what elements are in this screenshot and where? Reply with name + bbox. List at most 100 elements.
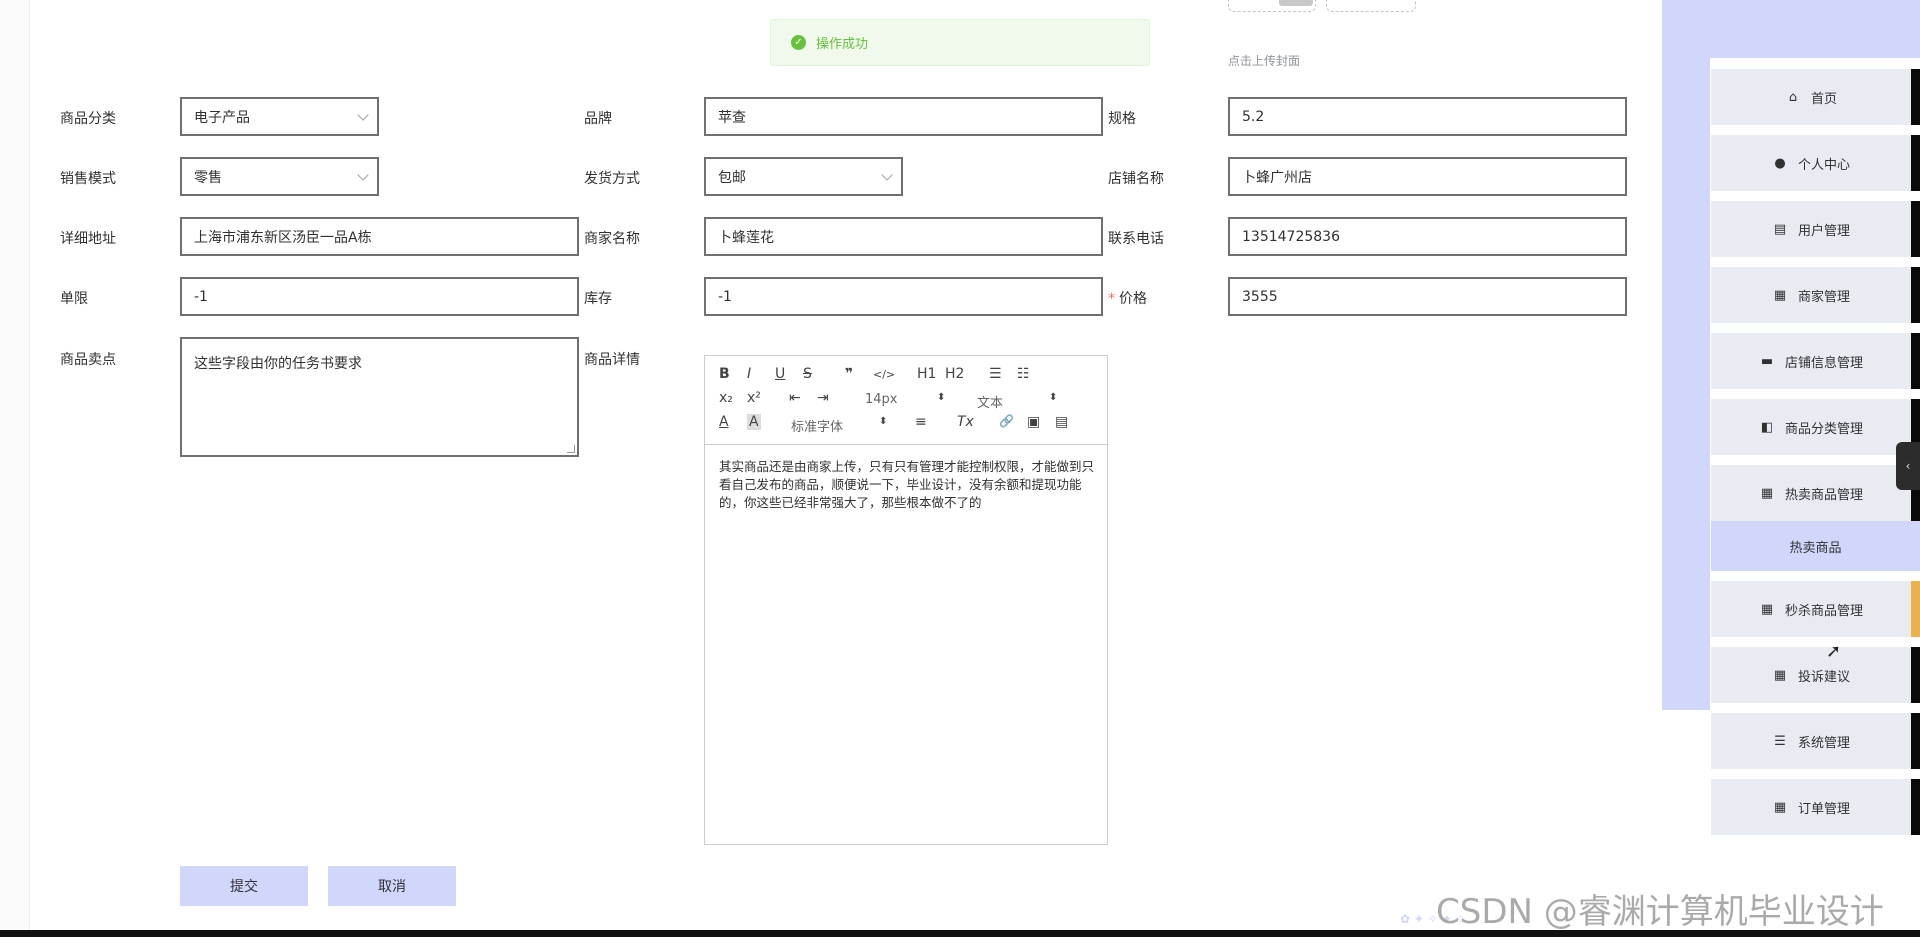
sidebar-item-marker — [1911, 779, 1920, 835]
header2-button[interactable]: H2 — [945, 366, 964, 382]
merchant-name-value: 卜蜂莲花 — [718, 229, 774, 246]
sidebar-item-label: 个人中心 — [1797, 157, 1850, 173]
sidebar-item-label: 店铺信息管理 — [1784, 355, 1863, 371]
superscript-button[interactable]: x² — [747, 390, 761, 406]
spec-input[interactable]: 5.2 — [1228, 97, 1627, 136]
selling-point-textarea[interactable]: 这些字段由你的任务书要求 — [180, 337, 579, 457]
chevron-down-icon — [357, 109, 369, 121]
sidebar-item-categories[interactable]: ◧ 商品分类管理 — [1711, 399, 1920, 455]
strike-button[interactable]: S — [803, 366, 812, 382]
sidebar-item-system[interactable]: ☰ 系统管理 — [1711, 713, 1920, 769]
sidebar-item-label: 订单管理 — [1797, 801, 1850, 817]
ordered-list-button[interactable]: ☰ — [989, 366, 1002, 382]
background-color-button[interactable]: A — [747, 414, 761, 430]
home-icon: ⌂ — [1788, 89, 1798, 105]
sidebar-item-flash-sale[interactable]: ▦ 秒杀商品管理 — [1711, 581, 1920, 637]
thumbnail-image — [1279, 0, 1313, 6]
phone-input[interactable]: 13514725836 — [1228, 217, 1627, 256]
chevron-left-icon: ‹ — [1905, 459, 1911, 473]
left-gutter — [0, 0, 30, 930]
price-input[interactable]: 3555 — [1228, 277, 1627, 316]
clipboard-icon: ▤ — [1773, 221, 1787, 237]
chevron-updown-icon: ⬍ — [937, 392, 946, 403]
shop-name-input[interactable]: 卜蜂广州店 — [1228, 157, 1627, 196]
grid-icon: ▦ — [1760, 601, 1774, 617]
indent-button[interactable]: ⇥ — [817, 390, 829, 406]
brand-input[interactable]: 苹查 — [704, 97, 1103, 136]
sidebar-item-hot-products[interactable]: ▦ 热卖商品管理 — [1711, 465, 1920, 521]
stock-label: 库存 — [584, 291, 612, 307]
limit-input[interactable]: -1 — [180, 277, 579, 316]
price-label-text: 价格 — [1119, 291, 1147, 307]
italic-button[interactable]: I — [747, 366, 751, 382]
grid-icon: ▦ — [1760, 485, 1774, 501]
briefcase-icon: ▬ — [1760, 353, 1774, 369]
sidebar-item-orders[interactable]: ▦ 订单管理 — [1711, 779, 1920, 835]
sidebar-item-shop-info[interactable]: ▬ 店铺信息管理 — [1711, 333, 1920, 389]
bold-button[interactable]: B — [719, 366, 730, 382]
sidebar-item-users[interactable]: ▤ 用户管理 — [1711, 201, 1920, 257]
address-label: 详细地址 — [60, 231, 116, 247]
sidebar-item-label: 投诉建议 — [1797, 669, 1850, 685]
grid-icon: ▦ — [1773, 287, 1787, 303]
code-block-button[interactable]: </> — [873, 368, 895, 381]
underline-button[interactable]: U — [775, 366, 785, 382]
subscript-button[interactable]: x₂ — [719, 390, 733, 406]
sidebar-item-active-marker — [1911, 581, 1920, 637]
shipping-select[interactable]: 包邮 — [704, 157, 903, 196]
success-toast: ✓ 操作成功 — [770, 19, 1150, 66]
sidebar-item-home[interactable]: ⌂ 首页 — [1711, 69, 1920, 125]
sidebar-item-marker — [1911, 201, 1920, 257]
selling-point-value: 这些字段由你的任务书要求 — [194, 356, 362, 372]
address-input[interactable]: 上海市浦东新区汤臣一品A栋 — [180, 217, 579, 256]
outdent-button[interactable]: ⇤ — [789, 390, 801, 406]
sidebar-item-label: 系统管理 — [1797, 735, 1850, 751]
category-label: 商品分类 — [60, 111, 116, 127]
sidebar-item-label: 秒杀商品管理 — [1784, 603, 1863, 619]
sale-mode-label: 销售模式 — [60, 171, 116, 187]
cover-thumbnail[interactable] — [1228, 0, 1316, 12]
bullet-list-button[interactable]: ☷ — [1017, 366, 1030, 382]
resize-handle-icon[interactable] — [567, 445, 575, 453]
chevron-down-icon — [881, 169, 893, 181]
grid-icon: ▦ — [1773, 667, 1787, 683]
cancel-button[interactable]: 取消 — [328, 866, 456, 906]
rich-text-editor[interactable]: B I U S ❞ </> H1 H2 ☰ ☷ x₂ x² ⇤ ⇥ 14px ⬍… — [704, 355, 1108, 845]
editor-toolbar: B I U S ❞ </> H1 H2 ☰ ☷ x₂ x² ⇤ ⇥ 14px ⬍… — [705, 356, 1107, 445]
category-value: 电子产品 — [194, 109, 250, 126]
spec-value: 5.2 — [1242, 108, 1265, 125]
phone-value: 13514725836 — [1242, 228, 1340, 245]
clean-format-button[interactable]: Tx — [957, 414, 974, 430]
font-picker[interactable]: 标准字体 — [791, 416, 843, 435]
sidebar-item-marker — [1911, 647, 1920, 703]
sidebar-item-marker — [1911, 69, 1920, 125]
sidebar-item-label: 热卖商品管理 — [1784, 487, 1863, 503]
size-picker[interactable]: 14px — [865, 392, 898, 407]
watermark: CSDN @睿渊计算机毕业设计 — [1436, 892, 1884, 932]
price-value: 3555 — [1242, 288, 1278, 305]
sidebar-item-merchants[interactable]: ▦ 商家管理 — [1711, 267, 1920, 323]
video-button[interactable]: ▤ — [1055, 414, 1068, 430]
chevron-updown-icon: ⬍ — [1049, 392, 1058, 403]
image-button[interactable]: ▣ — [1027, 414, 1040, 430]
font-color-button[interactable]: A — [719, 414, 729, 430]
editor-content[interactable]: 其实商品还是由商家上传，只有只有管理才能控制权限，才能做到只看自己发布的商品，顺… — [719, 458, 1099, 512]
category-select[interactable]: 电子产品 — [180, 97, 379, 136]
align-button[interactable]: ≡ — [915, 414, 927, 430]
brand-label: 品牌 — [584, 111, 612, 127]
link-button[interactable]: 🔗 — [999, 414, 1014, 428]
submit-button[interactable]: 提交 — [180, 866, 308, 906]
header1-button[interactable]: H1 — [917, 366, 936, 382]
upload-hint: 点击上传封面 — [1228, 54, 1301, 68]
blockquote-button[interactable]: ❞ — [845, 366, 853, 382]
merchant-name-input[interactable]: 卜蜂莲花 — [704, 217, 1103, 256]
sale-mode-select[interactable]: 零售 — [180, 157, 379, 196]
sidebar-item-marker — [1911, 135, 1920, 191]
sidebar-item-profile[interactable]: ● 个人中心 — [1711, 135, 1920, 191]
header-picker[interactable]: 文本 — [977, 392, 1003, 411]
sidebar-collapse-button[interactable]: ‹ — [1896, 442, 1920, 490]
stock-input[interactable]: -1 — [704, 277, 1103, 316]
sidebar-item-complaints[interactable]: ▦ 投诉建议 — [1711, 647, 1920, 703]
submenu-item-hot-products[interactable]: 热卖商品 — [1711, 521, 1920, 571]
cover-upload-button[interactable] — [1326, 0, 1416, 12]
